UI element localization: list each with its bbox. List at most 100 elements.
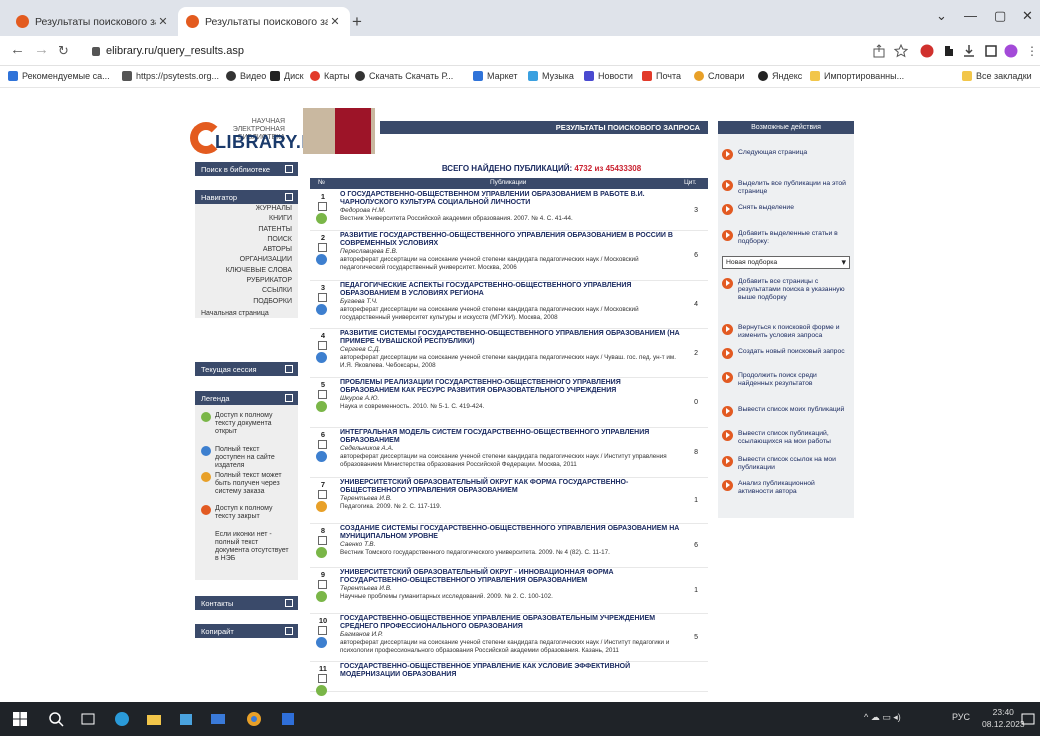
tab-1[interactable]: Результаты поискового запро ✕ [8, 7, 178, 36]
bookmark-item[interactable]: Карты [310, 71, 350, 81]
nav-item-search[interactable]: ПОИСК [195, 235, 298, 245]
citations-count[interactable]: 1 [694, 497, 698, 504]
publication-title-link[interactable]: ГОСУДАРСТВЕННО-ОБЩЕСТВЕННОЕ УПРАВЛЕНИЕ К… [340, 663, 680, 678]
file-explorer-icon[interactable] [146, 711, 162, 727]
sidebar-icon[interactable] [984, 44, 998, 58]
download-icon[interactable] [962, 44, 976, 58]
nav-item-books[interactable]: КНИГИ [195, 214, 298, 224]
new-tab-icon[interactable]: + [352, 12, 362, 32]
bookmark-item[interactable]: Почта [642, 71, 681, 81]
publication-title-link[interactable]: ИНТЕГРАЛЬНАЯ МОДЕЛЬ СИСТЕМ ГОСУДАРСТВЕНН… [340, 429, 680, 444]
clear-selection-link[interactable]: Снять выделение [722, 204, 850, 215]
copyright-header[interactable]: Копирайт [195, 624, 298, 638]
access-icon[interactable] [316, 501, 327, 512]
publication-title-link[interactable]: УНИВЕРСИТЕТСКИЙ ОБРАЗОВАТЕЛЬНЫЙ ОКРУГ КА… [340, 479, 680, 494]
row-checkbox[interactable] [318, 341, 327, 350]
access-icon[interactable] [316, 401, 327, 412]
bookmark-item[interactable]: Диск [270, 71, 304, 81]
select-all-link[interactable]: Выделить все публикации на этой странице [722, 180, 850, 196]
publication-title-link[interactable]: ГОСУДАРСТВЕННО-ОБЩЕСТВЕННОЕ УПРАВЛЕНИЕ О… [340, 615, 680, 630]
star-icon[interactable] [894, 44, 908, 58]
author-link[interactable]: Бугаева Т.Ч. [340, 298, 378, 305]
app-icon[interactable] [280, 711, 296, 727]
forward-icon[interactable]: → [34, 41, 49, 58]
back-icon[interactable]: ← [10, 41, 25, 58]
author-link[interactable]: Багманов И.Р. [340, 631, 383, 638]
bookmark-item[interactable]: Словари [694, 71, 745, 81]
access-icon[interactable] [316, 547, 327, 558]
row-checkbox[interactable] [318, 390, 327, 399]
row-checkbox[interactable] [318, 293, 327, 302]
url-field[interactable]: elibrary.ru/query_results.asp [86, 40, 846, 62]
author-link[interactable]: Терентьева И.В. [340, 495, 392, 502]
author-analysis-link[interactable]: Анализ публикационной активности автора [722, 480, 850, 496]
publication-title-link[interactable]: УНИВЕРСИТЕТСКИЙ ОБРАЗОВАТЕЛЬНЫЙ ОКРУГ - … [340, 569, 680, 584]
row-checkbox[interactable] [318, 202, 327, 211]
all-bookmarks[interactable]: Все закладки [962, 71, 1032, 81]
author-link[interactable]: Терентьева И.В. [340, 585, 392, 592]
search-icon[interactable] [48, 711, 64, 727]
new-query-link[interactable]: Создать новый поисковый запрос [722, 348, 850, 359]
close-icon[interactable]: ✕ [328, 15, 342, 28]
reload-icon[interactable]: ↻ [58, 43, 69, 59]
clock[interactable]: 23:40 08.12.2023 [982, 706, 1025, 730]
share-icon[interactable] [872, 44, 886, 58]
row-checkbox[interactable] [318, 243, 327, 252]
nav-item-links[interactable]: ССЫЛКИ [195, 286, 298, 296]
author-link[interactable]: Федорова Н.М. [340, 207, 386, 214]
contacts-header[interactable]: Контакты [195, 596, 298, 610]
bookmark-item[interactable]: Видео [226, 71, 266, 81]
nav-item-authors[interactable]: АВТОРЫ [195, 245, 298, 255]
menu-icon[interactable]: ⋮ [1026, 44, 1038, 58]
citations-count[interactable]: 1 [694, 587, 698, 594]
row-checkbox[interactable] [318, 626, 327, 635]
legend-header[interactable]: Легенда [195, 391, 298, 405]
author-link[interactable]: Сергеев С.Д. [340, 346, 380, 353]
collection-select[interactable]: Новая подборка [722, 256, 850, 269]
bookmark-item[interactable]: Рекомендуемые са... [8, 71, 110, 81]
adblock-icon[interactable] [920, 44, 934, 58]
session-header[interactable]: Текущая сессия [195, 362, 298, 376]
row-checkbox[interactable] [318, 490, 327, 499]
profile-avatar-icon[interactable] [1004, 44, 1018, 58]
author-link[interactable]: Шкуров А.Ю. [340, 395, 379, 402]
language-indicator[interactable]: РУС [952, 712, 970, 722]
task-view-icon[interactable] [80, 711, 96, 727]
mail-icon[interactable] [210, 711, 226, 727]
add-selected-link[interactable]: Добавить выделенные статьи в подборку: [722, 230, 850, 246]
bookmark-item[interactable]: Скачать Скачать Р... [355, 71, 453, 81]
extension-icon[interactable] [942, 44, 956, 58]
publication-title-link[interactable]: ПЕДАГОГИЧЕСКИЕ АСПЕКТЫ ГОСУДАРСТВЕННО-ОБ… [340, 282, 680, 297]
publication-title-link[interactable]: ПРОБЛЕМЫ РЕАЛИЗАЦИИ ГОСУДАРСТВЕННО-ОБЩЕС… [340, 379, 680, 394]
add-all-link[interactable]: Добавить все страницы с результатами пои… [722, 278, 850, 302]
access-icon[interactable] [316, 637, 327, 648]
publication-title-link[interactable]: О ГОСУДАРСТВЕННО-ОБЩЕСТВЕННОМ УПРАВЛЕНИИ… [340, 191, 680, 206]
nav-item-patents[interactable]: ПАТЕНТЫ [195, 225, 298, 235]
nav-item-collections[interactable]: ПОДБОРКИ [195, 297, 298, 307]
back-to-form-link[interactable]: Вернуться к поисковой форме и изменить у… [722, 324, 850, 340]
citations-count[interactable]: 8 [694, 449, 698, 456]
access-icon[interactable] [316, 304, 327, 315]
store-icon[interactable] [178, 711, 194, 727]
access-icon[interactable] [316, 451, 327, 462]
access-icon[interactable] [316, 352, 327, 363]
bookmark-item[interactable]: Новости [584, 71, 633, 81]
close-icon[interactable]: ✕ [156, 15, 170, 28]
author-link[interactable]: Переславцева Е.В. [340, 248, 398, 255]
my-publications-link[interactable]: Вывести список моих публикаций [722, 406, 850, 417]
publication-title-link[interactable]: СОЗДАНИЕ СИСТЕМЫ ГОСУДАРСТВЕННО-ОБЩЕСТВЕ… [340, 525, 680, 540]
bookmark-item[interactable]: Музыка [528, 71, 574, 81]
row-checkbox[interactable] [318, 580, 327, 589]
notifications-icon[interactable] [1020, 711, 1036, 727]
tray-icons[interactable]: ^ ☁ ▭ ◂) [864, 712, 901, 723]
access-icon[interactable] [316, 213, 327, 224]
author-link[interactable]: Седельников А.А. [340, 445, 394, 452]
bookmark-item[interactable]: Импортированны... [810, 71, 904, 81]
chrome-icon[interactable] [246, 711, 262, 727]
citations-count[interactable]: 4 [694, 301, 698, 308]
citations-count[interactable]: 6 [694, 542, 698, 549]
citations-count[interactable]: 6 [694, 252, 698, 259]
chevron-down-icon[interactable]: ⌄ [936, 8, 947, 24]
nav-item-organizations[interactable]: ОРГАНИЗАЦИИ [195, 255, 298, 265]
nav-item-rubricator[interactable]: РУБРИКАТОР [195, 276, 298, 286]
